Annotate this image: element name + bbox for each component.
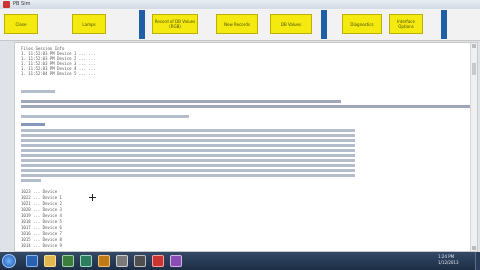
app-icon	[3, 1, 10, 8]
pb-sim-taskbar-icon[interactable]	[152, 255, 164, 267]
toolbar-separator	[441, 10, 447, 39]
crosshair-cursor-icon	[89, 194, 96, 201]
log-line	[21, 179, 41, 182]
scroll-thumb[interactable]	[472, 63, 476, 75]
toolbar-separator	[321, 10, 327, 39]
app-icon-orange[interactable]	[98, 255, 110, 267]
log-line	[21, 100, 341, 103]
log-list-line: 1020 ... Device 3	[21, 207, 62, 212]
show-desktop-button[interactable]	[475, 252, 480, 270]
log-line	[21, 115, 189, 118]
scroll-up-arrow-icon[interactable]	[472, 44, 476, 48]
db-values-button[interactable]: DB Values	[270, 14, 312, 34]
record-db-values-button[interactable]: Record of DB Values (RGB)	[152, 14, 198, 34]
app-icon-dark[interactable]	[134, 255, 146, 267]
log-line	[21, 129, 355, 132]
lamps-button[interactable]: Lamps	[72, 14, 106, 34]
log-line	[21, 123, 45, 126]
clock-date: 1/12/2013	[438, 260, 459, 265]
start-button[interactable]	[2, 254, 16, 268]
log-line	[21, 139, 355, 142]
scroll-down-arrow-icon[interactable]	[472, 246, 476, 250]
app-icon-gray[interactable]	[116, 255, 128, 267]
new-records-button[interactable]: New Records	[216, 14, 258, 34]
explorer-folder-icon[interactable]	[44, 255, 56, 267]
log-line	[21, 174, 355, 177]
log-line	[21, 154, 355, 157]
log-line	[21, 105, 471, 108]
log-list-line: 1022 ... Device 1	[21, 195, 62, 200]
log-list-line: 1014 ... Device 9	[21, 243, 62, 248]
clock-time: 1:24 PM	[438, 254, 455, 259]
log-line	[21, 90, 55, 93]
log-list-line: 1015 ... Device 8	[21, 237, 62, 242]
log-line	[21, 144, 355, 147]
app-icon-purple[interactable]	[170, 255, 182, 267]
app-icon-green[interactable]	[80, 255, 92, 267]
toolbar: Close Lamps Record of DB Values (RGB) Ne…	[0, 9, 480, 41]
diagnostics-button[interactable]: Diagnostics	[342, 14, 382, 34]
taskbar: 1:24 PM 1/12/2013	[0, 252, 480, 270]
log-list-line: 1017 ... Device 6	[21, 225, 62, 230]
log-line	[21, 159, 355, 162]
vertical-scrollbar[interactable]	[470, 43, 477, 251]
log-text-area[interactable]: Files Session Info 1. 11:52:03 PM Device…	[14, 42, 478, 252]
toolbar-separator	[139, 10, 145, 39]
log-list-line: 1018 ... Device 5	[21, 219, 62, 224]
close-button[interactable]: Close	[4, 14, 38, 34]
media-player-icon[interactable]	[62, 255, 74, 267]
ie-icon[interactable]	[26, 255, 38, 267]
log-line	[21, 169, 355, 172]
interface-options-button[interactable]: Interface Options	[389, 14, 423, 34]
log-line	[21, 164, 355, 167]
log-list-line: 1016 ... Device 7	[21, 231, 62, 236]
log-list-line: 1023 ... Device	[21, 189, 58, 194]
log-line	[21, 134, 355, 137]
log-list-line: 1019 ... Device 4	[21, 213, 62, 218]
window-title: PB Sim	[13, 1, 31, 7]
log-line	[21, 149, 355, 152]
log-list-line: 1021 ... Device 2	[21, 201, 62, 206]
log-header-line: 1. 11:52:04 PM Device 5 ... ...	[21, 71, 96, 76]
